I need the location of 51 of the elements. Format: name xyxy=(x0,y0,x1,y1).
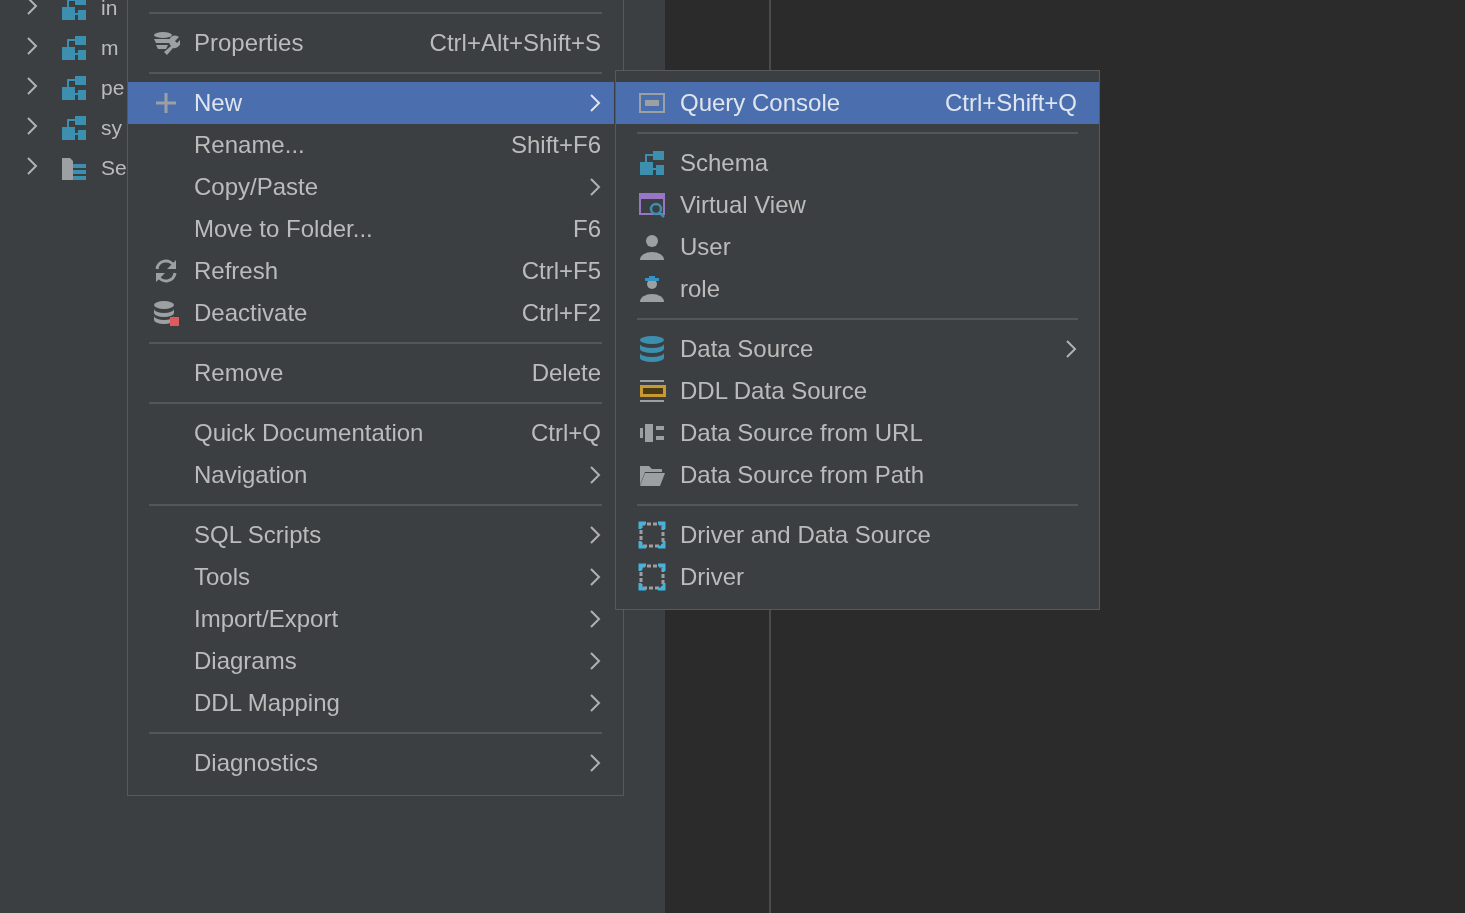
chevron-icon xyxy=(26,36,38,56)
menu-item[interactable]: Data Source from URL xyxy=(616,412,1099,454)
menu-item[interactable]: Deactivate Ctrl+F2 xyxy=(128,292,614,334)
menu-item[interactable]: DDL Data Source xyxy=(616,370,1099,412)
menu-item[interactable]: role xyxy=(616,268,1099,310)
driver-icon xyxy=(638,521,666,549)
user-icon xyxy=(638,233,666,261)
menu-item[interactable]: Import/Export xyxy=(128,598,614,640)
properties-icon xyxy=(152,29,180,57)
menu-item[interactable]: DDL Mapping xyxy=(128,682,614,724)
menu-item[interactable]: Schema xyxy=(616,142,1099,184)
chevron-icon xyxy=(26,76,38,96)
user-icon xyxy=(638,275,666,303)
chevron-icon xyxy=(26,116,38,136)
database-icon xyxy=(638,335,666,363)
menu-item[interactable]: Data Source xyxy=(616,328,1099,370)
schema-icon xyxy=(60,0,88,22)
menu-item[interactable]: Quick Documentation Ctrl+Q xyxy=(128,412,614,454)
menu-item[interactable]: New xyxy=(128,82,614,124)
tree-item-label[interactable]: pe xyxy=(101,76,125,100)
menu-item[interactable]: Move to Folder... F6 xyxy=(128,208,614,250)
chevron-icon xyxy=(26,156,38,176)
tree-item-label[interactable]: sy xyxy=(101,116,122,140)
menu-item[interactable]: Copy/Paste xyxy=(128,166,614,208)
menu-item[interactable]: Refresh Ctrl+F5 xyxy=(128,250,614,292)
menu-item[interactable]: Navigation xyxy=(128,454,614,496)
menu-item[interactable]: User xyxy=(616,226,1099,268)
menu-item[interactable]: Query Console Ctrl+Shift+Q xyxy=(616,82,1099,124)
database-icon xyxy=(152,299,180,327)
menu-item[interactable]: Rename... Shift+F6 xyxy=(128,124,614,166)
menu-item[interactable]: Tools xyxy=(128,556,614,598)
driver-icon xyxy=(638,563,666,591)
menu-item[interactable]: Diagrams xyxy=(128,640,614,682)
menu-item[interactable]: Properties Ctrl+Alt+Shift+S xyxy=(128,22,614,64)
chevron-icon xyxy=(26,0,38,16)
tree-item-label[interactable]: in xyxy=(101,0,118,20)
menu-item[interactable]: Remove Delete xyxy=(128,352,614,394)
schema-icon xyxy=(60,114,88,142)
tree-item-label[interactable]: Se xyxy=(101,156,127,180)
menu-item[interactable]: Data Source from Path xyxy=(616,454,1099,496)
schema-icon xyxy=(60,74,88,102)
menu-item[interactable]: SQL Scripts xyxy=(128,514,614,556)
tree-item-label[interactable]: m xyxy=(101,36,119,60)
schema-icon xyxy=(60,34,88,62)
menu-item[interactable]: Driver and Data Source xyxy=(616,514,1099,556)
menu-item[interactable]: Virtual View xyxy=(616,184,1099,226)
ddl-icon xyxy=(638,377,666,405)
view-search-icon xyxy=(638,191,666,219)
menu-item[interactable]: Driver xyxy=(616,556,1099,598)
menu-item[interactable]: Diagnostics xyxy=(128,742,614,784)
schema-icon xyxy=(638,149,666,177)
